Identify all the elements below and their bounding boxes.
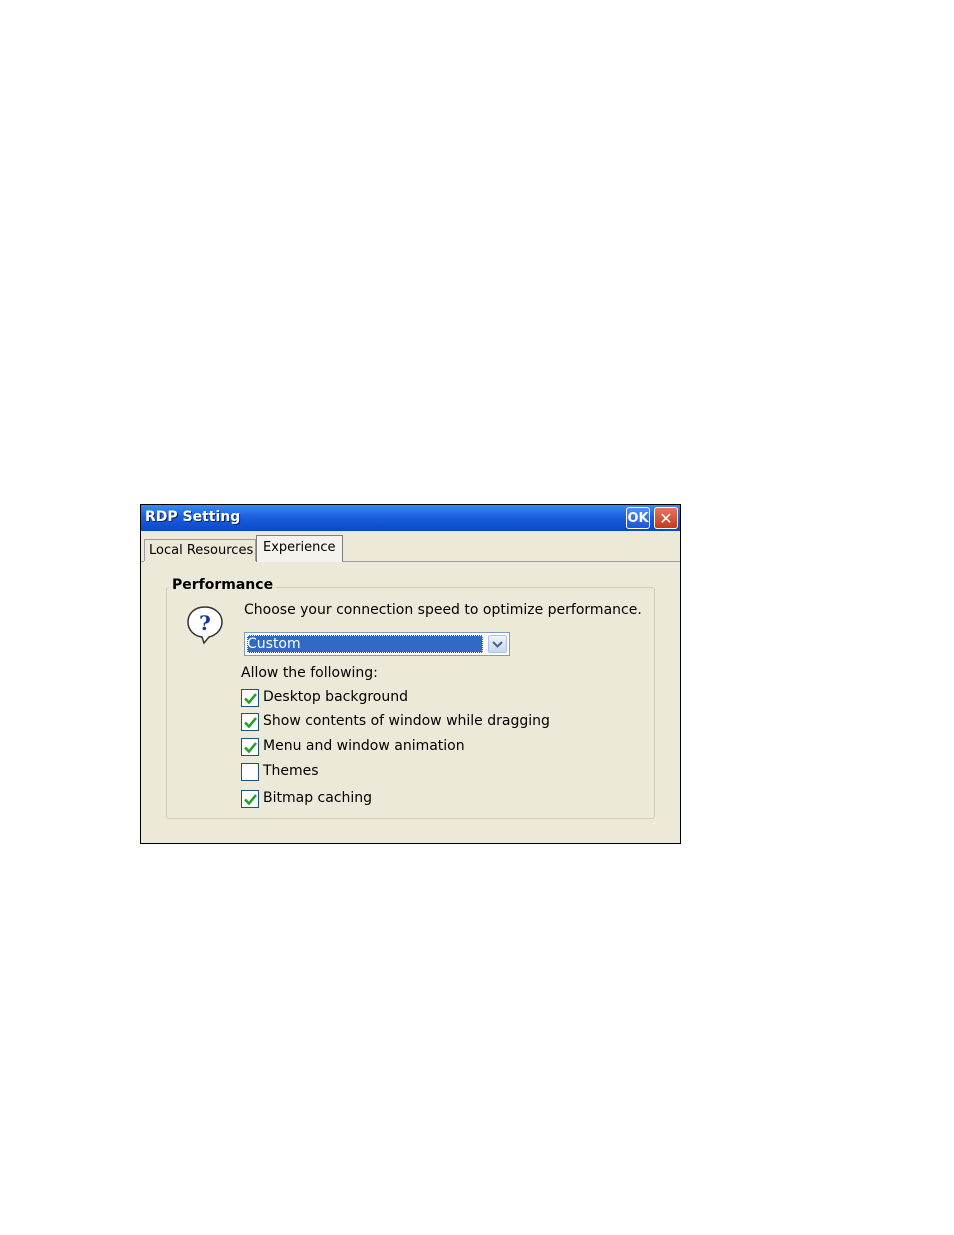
check-icon xyxy=(244,717,257,729)
option-label: Menu and window animation xyxy=(263,738,465,754)
speed-prompt: Choose your connection speed to optimize… xyxy=(244,602,642,618)
performance-group xyxy=(166,587,655,819)
checkbox[interactable] xyxy=(241,713,259,731)
checkbox[interactable] xyxy=(241,738,259,756)
connection-speed-value: Custom xyxy=(247,635,483,653)
close-icon: ✕ xyxy=(659,509,673,528)
svg-text:?: ? xyxy=(199,611,211,635)
tab-local-resources[interactable]: Local Resources xyxy=(144,539,256,561)
tab-experience[interactable]: Experience xyxy=(256,535,343,562)
connection-speed-select[interactable]: Custom xyxy=(244,632,510,656)
tab-divider xyxy=(343,561,680,562)
check-icon xyxy=(244,794,257,806)
option-label: Themes xyxy=(263,763,319,779)
checkbox[interactable] xyxy=(241,763,259,781)
question-help-icon: ? xyxy=(187,606,223,645)
checkbox[interactable] xyxy=(241,790,259,808)
chevron-down-icon xyxy=(492,641,503,648)
dropdown-button[interactable] xyxy=(488,635,507,653)
option-label: Desktop background xyxy=(263,689,408,705)
checkbox[interactable] xyxy=(241,689,259,707)
option-label: Bitmap caching xyxy=(263,790,373,806)
check-icon xyxy=(244,742,257,754)
tab-divider xyxy=(141,561,144,562)
close-button[interactable]: ✕ xyxy=(654,507,678,529)
performance-group-label: Performance xyxy=(169,577,277,593)
option-label: Show contents of window while dragging xyxy=(263,713,550,729)
title-bar[interactable]: RDP Setting OK ✕ xyxy=(141,505,680,531)
allow-following-label: Allow the following: xyxy=(241,665,378,681)
check-icon xyxy=(244,693,257,705)
window-title: RDP Setting xyxy=(145,509,241,525)
rdp-setting-dialog: RDP Setting OK ✕ Local Resources Experie… xyxy=(140,504,681,844)
ok-button[interactable]: OK xyxy=(626,507,650,529)
